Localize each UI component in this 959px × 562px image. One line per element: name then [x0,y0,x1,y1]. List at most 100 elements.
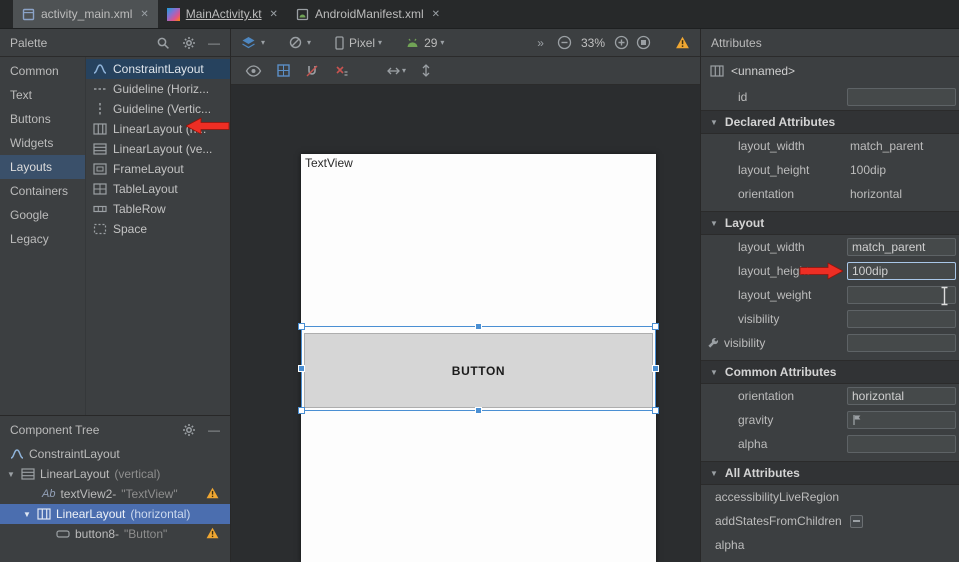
tab-activity-main-xml[interactable]: activity_main.xml ✕ [13,0,158,28]
zoom-to-fit-icon[interactable] [636,35,651,50]
attr-row-addstatesfromchildren: addStatesFromChildren [701,509,959,533]
palette-item-framelayout[interactable]: FrameLayout [86,159,230,179]
section-layout[interactable]: ▼ Layout [701,211,959,235]
attribute-name: alpha [701,437,847,451]
attr-row-orientation: orientation horizontal [701,384,959,408]
layout-weight-field[interactable] [847,286,956,304]
clear-constraints-icon[interactable] [334,64,348,78]
api-selector[interactable]: 29 ▾ [406,36,444,50]
constraintlayout-icon [93,63,107,75]
tree-item-constraintlayout[interactable]: ConstraintLayout [0,444,230,464]
resize-handle-top-left[interactable] [298,323,305,330]
warning-icon[interactable] [206,487,219,499]
section-declared-attributes[interactable]: ▼ Declared Attributes [701,110,959,134]
layout-width-field[interactable]: match_parent [847,238,956,256]
section-all-attributes[interactable]: ▼ All Attributes [701,461,959,485]
resize-handle-left[interactable] [298,365,305,372]
zoom-in-icon[interactable] [614,35,629,50]
attribute-name: accessibilityLiveRegion [701,490,847,504]
tab-androidmanifest-xml[interactable]: AndroidManifest.xml ✕ [287,0,449,28]
field-text: match_parent [852,240,925,254]
attr-row-tools-visibility: visibility [701,331,959,355]
palette-item-label: TableLayout [113,182,178,196]
category-google[interactable]: Google [0,203,85,227]
search-icon[interactable] [156,36,170,50]
category-layouts[interactable]: Layouts [0,155,85,179]
section-common-attributes[interactable]: ▼ Common Attributes [701,360,959,384]
palette-item-label: Guideline (Vertic... [113,102,211,116]
guideline-vertical-icon [93,103,107,115]
category-legacy[interactable]: Legacy [0,227,85,251]
resize-handle-bottom[interactable] [475,407,482,414]
tree-item-linearlayout-horizontal[interactable]: ▼ LinearLayout(horizontal) [0,504,230,524]
palette-item-guideline-horizontal[interactable]: Guideline (Horiz... [86,79,230,99]
design-theme-icon[interactable] [289,36,302,49]
palette-item-label: LinearLayout (ve... [113,142,212,156]
close-icon[interactable]: ✕ [270,9,278,20]
design-surface: ▾ TextView BUTTON [230,57,700,562]
id-field[interactable] [847,88,956,106]
tab-mainactivity-kt[interactable]: MainActivity.kt ✕ [158,0,287,28]
attribute-name: layout_width [701,240,847,254]
blueprint-mode-icon[interactable] [277,64,290,77]
tree-item-button8[interactable]: button8- "Button" [0,524,230,544]
alpha-field[interactable] [847,435,956,453]
chevron-down-icon[interactable]: ▾ [261,38,265,47]
warning-icon[interactable] [206,527,219,539]
resize-handle-bottom-left[interactable] [298,407,305,414]
toolbar-overflow-icon[interactable]: » [537,36,544,50]
device-canvas[interactable]: TextView BUTTON [301,154,656,562]
linearlayout-horizontal-icon [37,508,51,520]
zoom-out-icon[interactable] [557,35,572,50]
warning-icon[interactable] [675,36,690,49]
resize-handle-top[interactable] [475,323,482,330]
tree-item-textview2[interactable]: Ab textView2- "TextView" [0,484,230,504]
resize-handle-top-right[interactable] [652,323,659,330]
visibility-field[interactable] [847,310,956,328]
expand-vertical-control[interactable] [421,63,431,78]
hide-icon[interactable]: — [208,36,220,50]
tools-visibility-field[interactable] [847,334,956,352]
attr-row-alpha-all: alpha [701,533,959,557]
palette-item-tablerow[interactable]: TableRow [86,199,230,219]
canvas-button[interactable]: BUTTON [304,333,653,408]
category-buttons[interactable]: Buttons [0,107,85,131]
layers-icon[interactable] [241,36,256,49]
close-icon[interactable]: ✕ [140,9,148,20]
palette-item-space[interactable]: Space [86,219,230,239]
resize-handle-bottom-right[interactable] [652,407,659,414]
category-text[interactable]: Text [0,83,85,107]
palette-item-guideline-vertical[interactable]: Guideline (Vertic... [86,99,230,119]
device-selector[interactable]: Pixel ▾ [335,36,382,50]
layout-height-field[interactable]: 100dip [847,262,956,280]
pack-horizontal-control[interactable]: ▾ [386,66,406,76]
addstatesfromchildren-checkbox[interactable] [850,515,863,528]
chevron-down-icon[interactable]: ▼ [22,510,32,519]
gear-icon[interactable] [182,423,196,437]
tree-item-linearlayout-vertical[interactable]: ▼ LinearLayout(vertical) [0,464,230,484]
attribute-value[interactable]: match_parent [847,139,959,153]
chevron-down-icon[interactable]: ▾ [307,38,311,47]
attribute-value[interactable]: horizontal [847,187,959,201]
view-options-eye-icon[interactable] [245,65,262,77]
palette-item-linearlayout-vertical[interactable]: LinearLayout (ve... [86,139,230,159]
category-common[interactable]: Common [0,59,85,83]
palette-item-linearlayout-horizontal[interactable]: LinearLayout (h... [86,119,230,139]
autoconnect-off-magnet-icon[interactable] [305,64,319,78]
resize-handle-right[interactable] [652,365,659,372]
category-containers[interactable]: Containers [0,179,85,203]
attribute-name: layout_height [701,163,847,177]
gravity-field[interactable] [847,411,956,429]
close-icon[interactable]: ✕ [432,9,440,20]
category-widgets[interactable]: Widgets [0,131,85,155]
arrows-vertical-icon [421,63,431,78]
attribute-value[interactable]: 100dip [847,163,959,177]
orientation-field[interactable]: horizontal [847,387,956,405]
canvas-textview[interactable]: TextView [305,156,353,170]
palette-item-constraintlayout[interactable]: ConstraintLayout [86,59,230,79]
hide-icon[interactable]: — [208,423,220,437]
palette-item-tablelayout[interactable]: TableLayout [86,179,230,199]
gear-icon[interactable] [182,36,196,50]
chevron-down-icon[interactable]: ▼ [6,470,16,479]
tab-label: activity_main.xml [41,7,132,21]
